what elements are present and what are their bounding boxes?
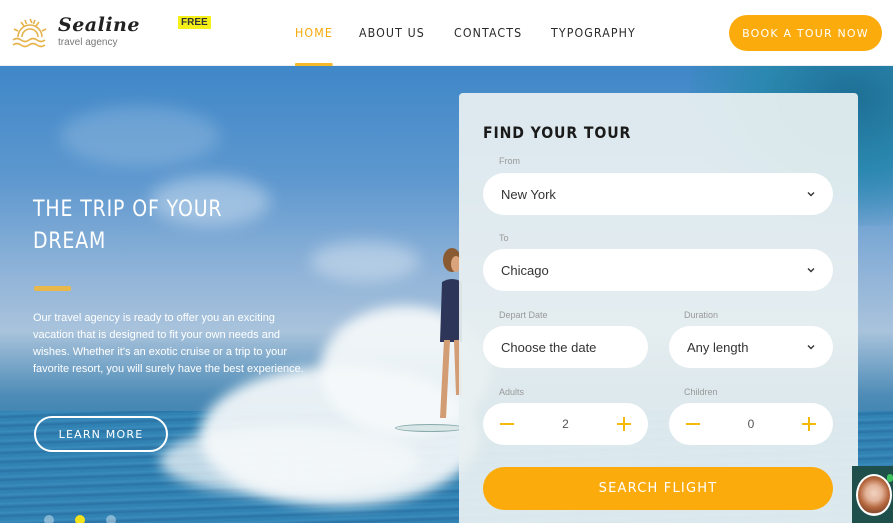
wave-spray [160, 426, 420, 496]
from-value: New York [501, 186, 556, 202]
duration-label: Duration [684, 310, 719, 320]
form-title: FIND YOUR TOUR [483, 123, 632, 142]
nav-item-home[interactable]: HOME [295, 0, 334, 66]
adults-value[interactable]: 2 [562, 417, 569, 431]
slider-dot-active[interactable] [75, 515, 85, 523]
surfer-image [440, 248, 462, 418]
nav-item-typography[interactable]: TYPOGRAPHY [551, 0, 636, 66]
logo[interactable]: Sealine travel agency FREE [10, 14, 211, 52]
adults-increment-plus-icon[interactable] [616, 416, 632, 432]
nav-item-about-us[interactable]: ABOUT US [359, 0, 425, 66]
to-select[interactable]: Chicago [483, 249, 833, 291]
duration-value: Any length [687, 339, 749, 355]
slider-dot[interactable] [106, 515, 116, 523]
children-value[interactable]: 0 [748, 417, 755, 431]
adults-stepper: 2 [483, 403, 648, 445]
online-status-indicator [887, 474, 893, 482]
children-decrement-minus-icon[interactable] [685, 416, 701, 432]
children-label: Children [684, 387, 718, 397]
cloud [310, 241, 420, 281]
find-tour-form: FIND YOUR TOUR From New York To Chicago … [459, 93, 858, 523]
sun-over-waves-icon [12, 18, 47, 48]
chevron-down-icon [807, 268, 815, 273]
children-stepper: 0 [669, 403, 833, 445]
hero-description: Our travel agency is ready to offer you … [33, 312, 304, 375]
hero-divider [34, 286, 71, 291]
adults-label: Adults [499, 387, 525, 397]
depart-date-input[interactable]: Choose the date [483, 326, 648, 368]
surfboard [395, 424, 465, 432]
book-tour-button[interactable]: BOOK A TOUR NOW [729, 15, 882, 51]
nav-item-contacts[interactable]: CONTACTS [454, 0, 522, 66]
from-select[interactable]: New York [483, 173, 833, 215]
depart-date-placeholder: Choose the date [501, 339, 597, 355]
chevron-down-icon [807, 345, 815, 350]
to-label: To [499, 233, 509, 243]
free-badge: FREE [178, 16, 211, 29]
to-value: Chicago [501, 262, 549, 278]
depart-date-label: Depart Date [499, 310, 548, 320]
learn-more-button[interactable]: LEARN MORE [34, 416, 168, 452]
hero-title: THE TRIP OF YOUR DREAM [33, 197, 223, 254]
children-increment-plus-icon[interactable] [801, 416, 817, 432]
chevron-down-icon [807, 192, 815, 197]
brand-tagline: travel agency [58, 37, 118, 48]
from-label: From [499, 156, 520, 166]
adults-decrement-minus-icon[interactable] [499, 416, 515, 432]
duration-select[interactable]: Any length [669, 326, 833, 368]
cloud [60, 106, 220, 166]
slider-dot[interactable] [44, 515, 54, 523]
slider-pagination [44, 515, 137, 523]
site-header: Sealine travel agency FREE HOME ABOUT US… [0, 0, 893, 66]
search-flight-button[interactable]: SEARCH FLIGHT [483, 467, 833, 510]
brand-name: Sealine [58, 14, 140, 36]
main-nav: HOME ABOUT US CONTACTS TYPOGRAPHY [295, 0, 666, 66]
